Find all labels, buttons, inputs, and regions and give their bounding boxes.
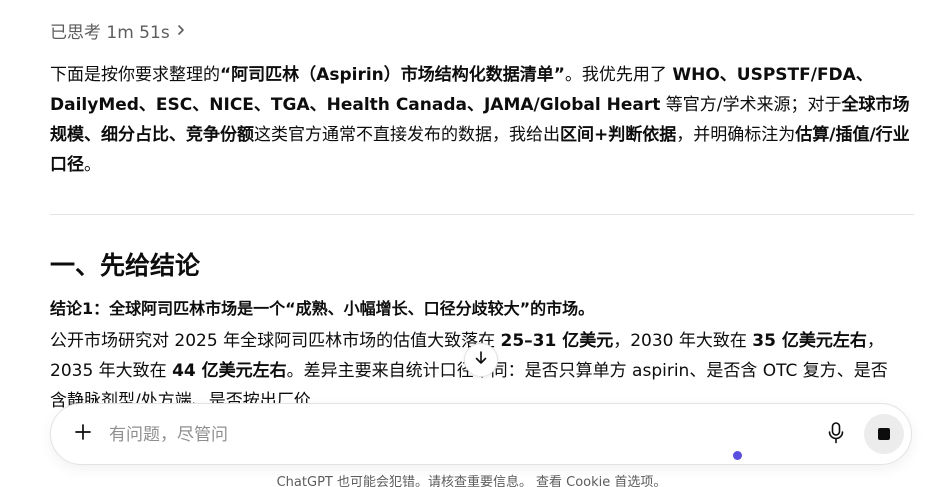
section-heading: 一、先给结论 <box>50 251 201 280</box>
scroll-to-bottom-button[interactable] <box>464 343 498 377</box>
footer-disclaimer: ChatGPT 也可能会犯错。请核查重要信息。 查看 Cookie 首选项。 <box>0 474 939 487</box>
conclusion-bold-2035: 44 亿美元左右 <box>172 361 287 381</box>
conclusion-text-1: 公开市场研究对 2025 年全球阿司匹林市场的估值大致落在 <box>50 331 501 351</box>
intro-bold-range: 区间+判断依据 <box>560 125 677 145</box>
conclusion-title: 结论1：全球阿司匹林市场是一个“成熟、小幅增长、口径分歧较大”的市场。 <box>50 299 595 318</box>
conclusion-text-2: ，2030 年大致在 <box>613 331 753 351</box>
intro-text-4: 这类官方通常不直接发布的数据，我给出 <box>254 125 560 145</box>
section-divider <box>50 214 914 215</box>
intro-text-2: 。我优先用了 <box>564 65 673 85</box>
chevron-right-icon <box>176 24 186 36</box>
intro-text-1: 下面是按你要求整理的 <box>50 65 220 85</box>
stop-generating-button[interactable] <box>864 414 904 454</box>
microphone-icon <box>828 422 844 448</box>
intro-paragraph: 下面是按你要求整理的“阿司匹林（Aspirin）市场结构化数据清单”。我优先用了… <box>50 60 910 180</box>
conclusion-bold-2030: 35 亿美元左右 <box>752 331 867 351</box>
thinking-label: 已思考 1m 51s <box>50 22 170 43</box>
prompt-input[interactable] <box>109 422 709 448</box>
arrow-down-icon <box>473 350 489 370</box>
dictate-button[interactable] <box>824 422 848 448</box>
add-attachment-button[interactable] <box>71 422 95 446</box>
intro-bold-title: “阿司匹林（Aspirin）市场结构化数据清单” <box>220 65 565 85</box>
thinking-summary-toggle[interactable]: 已思考 1m 51s <box>50 18 186 43</box>
stop-icon <box>878 428 890 440</box>
message-composer <box>50 403 912 465</box>
disclaimer-suffix: 。 <box>653 475 667 487</box>
disclaimer-text: ChatGPT 也可能会犯错。请核查重要信息。 <box>276 475 532 487</box>
intro-text-3: 等官方/学术来源；对于 <box>660 95 842 115</box>
conclusion-bold-2025: 25–31 亿美元 <box>500 331 614 351</box>
intro-text-6: 。 <box>84 155 101 175</box>
plus-icon <box>74 423 92 445</box>
intro-text-5: ，并明确标注为 <box>676 125 796 145</box>
status-indicator-dot <box>733 451 742 460</box>
cookie-preferences-link[interactable]: 查看 Cookie 首选项 <box>536 475 653 487</box>
